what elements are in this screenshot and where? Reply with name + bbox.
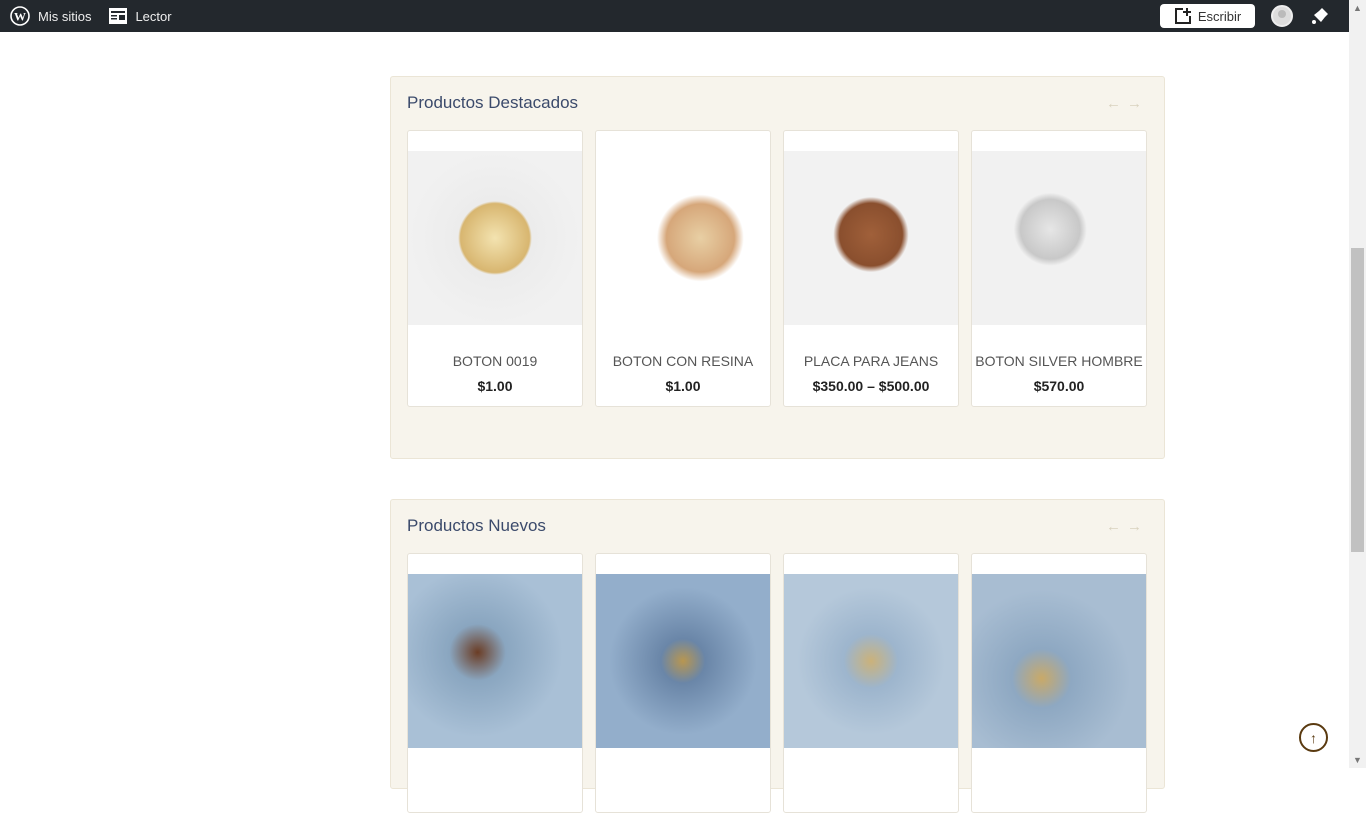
- product-card[interactable]: PLACA PARA JEANS $350.00 – $500.00: [783, 130, 959, 407]
- product-card[interactable]: [407, 553, 583, 813]
- new-products-section: Productos Nuevos ←→: [390, 499, 1165, 813]
- product-image[interactable]: [972, 574, 1146, 748]
- product-image[interactable]: [408, 574, 582, 748]
- reader-label: Lector: [135, 8, 172, 24]
- reader-icon: [109, 8, 128, 24]
- avatar[interactable]: [1271, 5, 1293, 27]
- scrollbar-thumb[interactable]: [1351, 248, 1364, 552]
- product-card[interactable]: BOTON SILVER HOMBRE $570.00: [971, 130, 1147, 407]
- product-name[interactable]: BOTON CON RESINA: [596, 353, 770, 369]
- scroll-to-top-button[interactable]: ↑: [1299, 723, 1328, 752]
- next-arrow-icon[interactable]: →: [1127, 95, 1148, 112]
- admin-bar: W Mis sitios Lector Escribir: [0, 0, 1349, 32]
- section-title: Productos Destacados: [407, 93, 579, 112]
- new-post-icon: [1174, 8, 1191, 24]
- scroll-down-icon[interactable]: ▼: [1353, 755, 1362, 765]
- carousel-nav[interactable]: ←→: [1106, 95, 1148, 112]
- product-image[interactable]: [972, 151, 1146, 325]
- scroll-up-icon[interactable]: ▲: [1353, 3, 1362, 13]
- product-name[interactable]: PLACA PARA JEANS: [784, 353, 958, 369]
- notifications-icon[interactable]: [1310, 6, 1330, 26]
- product-card[interactable]: BOTON CON RESINA $1.00: [595, 130, 771, 407]
- write-label: Escribir: [1197, 8, 1242, 24]
- product-image[interactable]: [784, 574, 958, 748]
- product-card[interactable]: [595, 553, 771, 813]
- featured-products-section: Productos Destacados ←→ BOTON 0019 $1.00…: [390, 76, 1165, 459]
- scrollbar[interactable]: ▲ ▼: [1349, 0, 1366, 768]
- product-name[interactable]: BOTON 0019: [408, 353, 582, 369]
- product-name[interactable]: BOTON SILVER HOMBRE: [972, 353, 1146, 369]
- product-card[interactable]: [783, 553, 959, 813]
- my-sites-label: Mis sitios: [38, 8, 92, 24]
- product-image[interactable]: [784, 151, 958, 325]
- product-price: $570.00: [1033, 378, 1085, 394]
- carousel-nav[interactable]: ←→: [1106, 518, 1148, 535]
- next-arrow-icon[interactable]: →: [1127, 518, 1148, 535]
- product-image[interactable]: [408, 151, 582, 325]
- wordpress-icon: W: [10, 6, 30, 26]
- svg-text:W: W: [14, 10, 26, 24]
- product-price: $1.00: [665, 378, 701, 394]
- product-card[interactable]: BOTON 0019 $1.00: [407, 130, 583, 407]
- prev-arrow-icon[interactable]: ←: [1106, 95, 1127, 112]
- product-image[interactable]: [596, 574, 770, 748]
- arrow-up-icon: ↑: [1310, 729, 1317, 746]
- my-sites-link[interactable]: W Mis sitios: [10, 0, 91, 32]
- product-image[interactable]: [596, 151, 770, 325]
- write-button[interactable]: Escribir: [1160, 4, 1255, 28]
- product-price: $1.00: [477, 378, 513, 394]
- prev-arrow-icon[interactable]: ←: [1106, 518, 1127, 535]
- reader-link[interactable]: Lector: [109, 0, 172, 32]
- product-card[interactable]: [971, 553, 1147, 813]
- section-title: Productos Nuevos: [407, 516, 546, 535]
- product-price: $350.00 – $500.00: [812, 378, 930, 394]
